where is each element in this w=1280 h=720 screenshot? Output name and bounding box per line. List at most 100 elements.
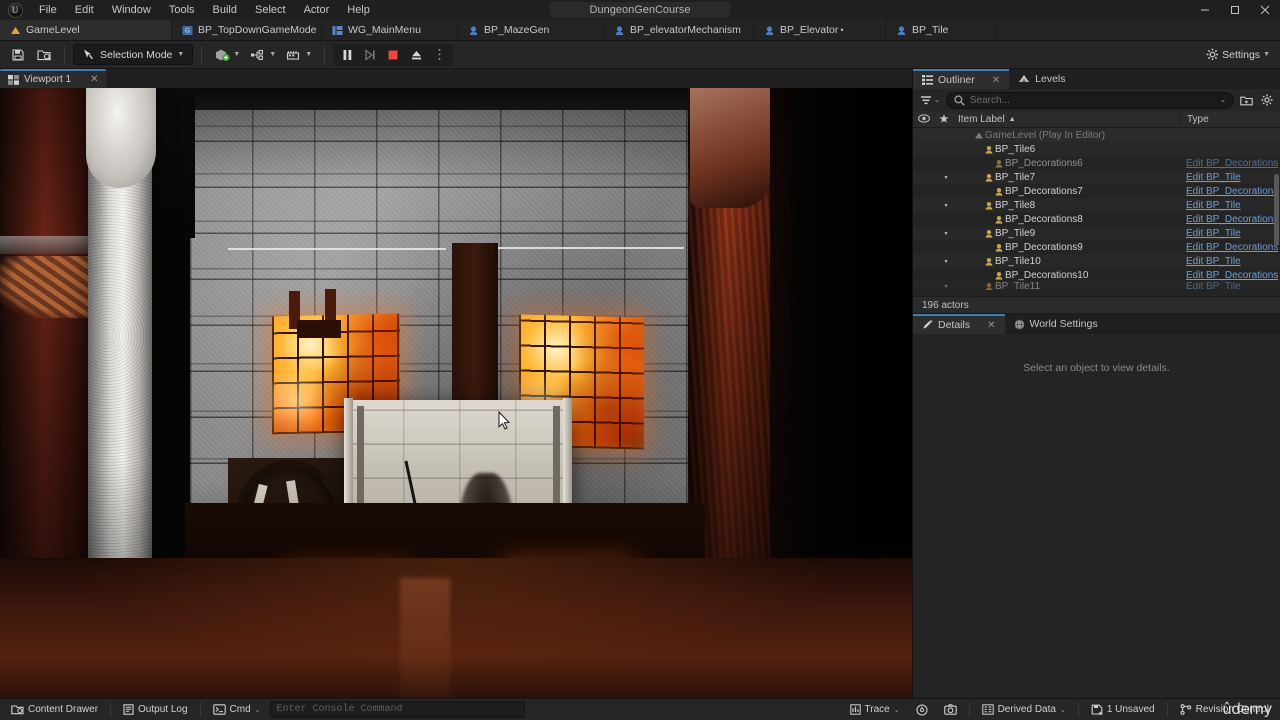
cinematics-button[interactable]: ▼	[282, 44, 316, 66]
tab-levels[interactable]: Levels	[1009, 69, 1074, 89]
tree-row-bp-tile8[interactable]: ▾ BP_Tile8 Edit BP_Tile	[913, 198, 1280, 212]
type-column-header[interactable]: Type	[1180, 113, 1280, 125]
visibility-column-header[interactable]	[913, 114, 935, 125]
save-icon	[11, 48, 25, 62]
trace-label: Trace	[864, 704, 890, 715]
save-button[interactable]	[6, 44, 30, 66]
tree-row-bp-tile10[interactable]: ▾ BP_Tile10 Edit BP_Tile	[913, 254, 1280, 268]
revision-control-button[interactable]: Revision Control	[1173, 701, 1276, 719]
tree-row-type[interactable]: Edit BP_Decorations	[1180, 214, 1280, 225]
tree-row-bp-decorations7[interactable]: BP_Decorations7 Edit BP_Decorations	[913, 184, 1280, 198]
toolbar-divider-2	[201, 45, 203, 64]
tab-bp-elevator[interactable]: BP_Elevator •	[754, 20, 886, 40]
menu-item-build[interactable]: Build	[204, 1, 246, 19]
chevron-down-icon: ▼	[305, 51, 313, 58]
tree-row-type[interactable]: Edit BP_Decorations	[1180, 186, 1280, 197]
tab-viewport-1[interactable]: Viewport 1 ✕	[0, 69, 107, 88]
unsaved-label: 1 Unsaved	[1106, 704, 1155, 715]
menu-item-window[interactable]: Window	[103, 1, 160, 19]
trace-dropdown[interactable]: Trace ⌄	[843, 701, 907, 719]
tree-row-bp-decorations10[interactable]: BP_Decorations10 Edit BP_Decorations	[913, 268, 1280, 282]
tab-bp-tile[interactable]: BP_Tile	[886, 20, 996, 40]
tree-row-bp-decorations8[interactable]: BP_Decorations8 Edit BP_Decorations	[913, 212, 1280, 226]
tree-row-type[interactable]: Edit BP_Decorations	[1180, 270, 1280, 281]
close-icon[interactable]: ✕	[90, 74, 98, 85]
more-options-button[interactable]	[428, 45, 450, 65]
toolbar-divider-1	[64, 45, 65, 64]
new-folder-button[interactable]	[1238, 95, 1255, 106]
viewport-3d[interactable]: RRCG 人人素材	[0, 88, 912, 698]
menu-item-actor[interactable]: Actor	[295, 1, 339, 19]
tab-outliner[interactable]: Outliner ✕	[913, 69, 1010, 89]
cmd-dropdown[interactable]: Cmd ⌄	[206, 701, 268, 719]
tab-bp-mazegen[interactable]: BP_MazeGen	[458, 20, 604, 40]
add-actor-button[interactable]: ▼	[210, 44, 244, 66]
menu-item-help[interactable]: Help	[338, 1, 379, 19]
close-icon[interactable]: ✕	[992, 75, 1000, 86]
twisty[interactable]: ▾	[941, 283, 951, 290]
eject-button[interactable]	[405, 45, 427, 65]
tree-row-bp-decorations6[interactable]: BP_Decorations6 Edit BP_Decorations	[913, 156, 1280, 170]
frame-step-button[interactable]	[359, 45, 381, 65]
stop-button[interactable]	[382, 45, 404, 65]
outliner-scrollbar[interactable]	[1274, 174, 1279, 246]
tree-row-bp-decorations9[interactable]: BP_Decorations9 Edit BP_Decorations	[913, 240, 1280, 254]
outliner-settings-button[interactable]	[1259, 94, 1275, 106]
chevron-down-icon: ▼	[233, 51, 241, 58]
tab-world-settings[interactable]: World Settings	[1005, 314, 1107, 334]
floor-highlight	[400, 578, 450, 698]
blueprints-button[interactable]: ▼	[246, 44, 280, 66]
tree-row-type[interactable]: Edit BP_Decorations	[1180, 242, 1280, 253]
tree-row-bp-tile11[interactable]: ▾ BP_Tile11 Edit BP_Tile	[913, 282, 1280, 290]
close-icon[interactable]: ✕	[987, 320, 995, 331]
viewport-tab-label: Viewport 1	[24, 74, 72, 85]
tab-details[interactable]: Details ✕	[913, 314, 1005, 334]
unreal-logo[interactable]: U	[0, 0, 30, 20]
close-button[interactable]	[1250, 0, 1280, 20]
tab-bp-topdowngamemode[interactable]: G BP_TopDownGameMode	[172, 20, 322, 40]
item-label-column-header[interactable]: Item Label ▲	[953, 114, 1180, 125]
console-command-input[interactable]: Enter Console Command	[269, 701, 525, 718]
tab-gamelevel[interactable]: GameLevel	[0, 20, 172, 40]
tree-row-type[interactable]: Edit BP_Tile	[1180, 172, 1280, 183]
tree-row-bp-tile7[interactable]: ▾ BP_Tile7 Edit BP_Tile	[913, 170, 1280, 184]
search-chevron-down-icon[interactable]: ⌄	[1220, 96, 1226, 104]
twisty[interactable]: ▾	[941, 202, 951, 209]
minimize-button[interactable]	[1190, 0, 1220, 20]
tree-row-bp-tile6[interactable]: BP_Tile6	[913, 142, 1280, 156]
tree-row-type[interactable]: Edit BP_Tile	[1180, 200, 1280, 211]
menu-item-tools[interactable]: Tools	[160, 1, 204, 19]
maximize-button[interactable]	[1220, 0, 1250, 20]
tree-row-gamelevel[interactable]: GameLevel (Play In Editor)	[913, 128, 1280, 142]
viewport-icon	[8, 74, 19, 85]
tree-row-type[interactable]: Edit BP_Tile	[1180, 256, 1280, 267]
output-log-button[interactable]: Output Log	[116, 701, 194, 719]
twisty[interactable]: ▾	[941, 230, 951, 237]
twisty[interactable]: ▾	[941, 258, 951, 265]
derived-data-dropdown[interactable]: Derived Data ⌄	[975, 701, 1073, 719]
tree-row-bp-tile9[interactable]: ▾ BP_Tile9 Edit BP_Tile	[913, 226, 1280, 240]
selection-mode-dropdown[interactable]: Selection Mode ▼	[73, 44, 194, 65]
tree-row-type[interactable]: Edit BP_Tile	[1180, 228, 1280, 239]
twisty[interactable]: ▾	[941, 174, 951, 181]
search-input[interactable]: Search... ⌄	[945, 91, 1234, 109]
tab-wg-mainmenu[interactable]: WG_MainMenu	[322, 20, 458, 40]
pinned-column-header[interactable]	[935, 114, 953, 125]
play-controls	[333, 43, 454, 66]
content-drawer-button[interactable]: Content Drawer	[4, 701, 105, 719]
unsaved-button[interactable]: 1 Unsaved	[1084, 701, 1162, 719]
tab-bp-elevatormechanism[interactable]: BP_elevatorMechanism	[604, 20, 754, 40]
menu-item-file[interactable]: File	[30, 1, 66, 19]
tree-row-type[interactable]: Edit BP_Tile	[1180, 282, 1280, 290]
menu-item-select[interactable]: Select	[246, 1, 295, 19]
pause-button[interactable]	[336, 45, 358, 65]
browse-button[interactable]	[32, 44, 56, 66]
tree-row-type[interactable]: Edit BP_Decorations	[1180, 158, 1280, 169]
performance-button[interactable]	[909, 701, 935, 719]
settings-button[interactable]: Settings ▼	[1202, 44, 1274, 66]
screenshot-button[interactable]	[937, 701, 964, 719]
outliner-tree[interactable]: GameLevel (Play In Editor) BP_Tile6 BP_D…	[913, 128, 1280, 296]
menu-item-edit[interactable]: Edit	[66, 1, 103, 19]
tab-label: BP_elevatorMechanism	[630, 24, 741, 36]
filter-button[interactable]: ⌄	[918, 95, 942, 106]
